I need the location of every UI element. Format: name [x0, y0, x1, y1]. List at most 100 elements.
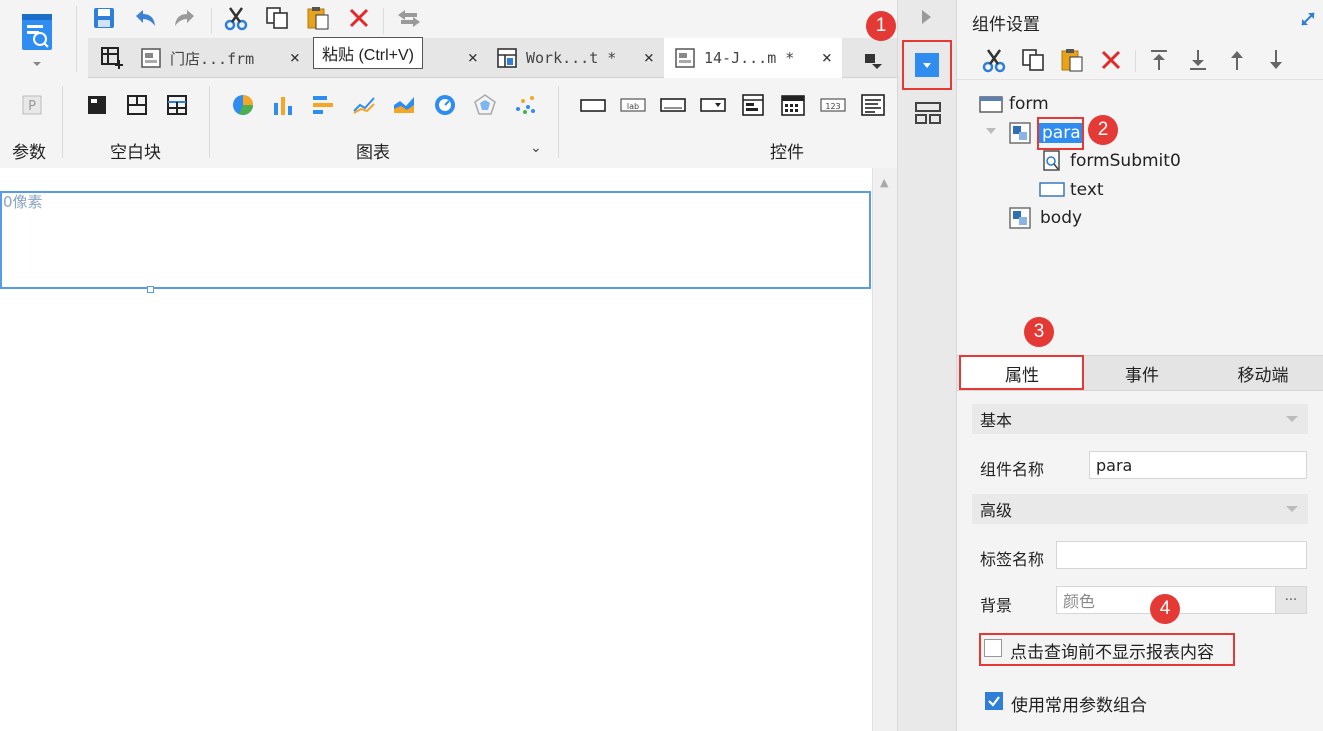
collapse-right-icon[interactable]: [922, 10, 931, 24]
component-name-field[interactable]: para: [1089, 451, 1307, 479]
chart-expand-chevron-icon[interactable]: ⌄: [530, 140, 542, 156]
chart-pie-button[interactable]: [230, 92, 256, 118]
section-basic[interactable]: 基本: [972, 404, 1308, 434]
component-name-label: 组件名称: [980, 460, 1045, 479]
tree-node-label: form: [1009, 94, 1049, 114]
tree-expand-icon[interactable]: [986, 128, 996, 134]
scroll-up-icon[interactable]: ▲: [880, 176, 888, 189]
delete-icon: [349, 8, 369, 28]
group-label-param: 参数: [12, 143, 46, 163]
control-dropdown-button[interactable]: [700, 92, 726, 118]
tab-store-frm[interactable]: 门店...frm ×: [130, 38, 310, 78]
tree-cut-button[interactable]: [980, 46, 1008, 74]
expand-panel-button[interactable]: [1299, 10, 1317, 32]
tree-copy-button[interactable]: [1019, 46, 1047, 74]
tree-node-formsubmit[interactable]: formSubmit0: [1041, 148, 1181, 174]
tree-delete-button[interactable]: [1097, 46, 1125, 74]
undo-button[interactable]: [131, 4, 159, 32]
param-widget-button[interactable]: P: [19, 92, 45, 118]
form-file-icon: [675, 48, 695, 68]
highlight-settings-button: [902, 40, 952, 90]
move-up-button[interactable]: [1223, 46, 1251, 74]
tree-node-text[interactable]: text: [1039, 177, 1104, 203]
layout-settings-button[interactable]: [915, 101, 941, 129]
control-textbox-button[interactable]: [580, 92, 606, 118]
blank-block-absolute-button[interactable]: [84, 92, 110, 118]
section-advanced[interactable]: 高级: [972, 494, 1308, 524]
cut-button[interactable]: [222, 4, 250, 32]
scatter-chart-icon: [516, 96, 535, 114]
control-textarea-button[interactable]: [860, 92, 886, 118]
new-tab-button[interactable]: [98, 44, 126, 72]
move-top-icon: [1151, 50, 1167, 70]
move-bottom-button[interactable]: [1184, 46, 1212, 74]
delete-button[interactable]: [345, 4, 373, 32]
top-toolbar: 门店...frm × × Work...t * × 14-J...m * × 粘…: [0, 0, 897, 168]
chart-area-button[interactable]: [391, 92, 417, 118]
tree-node-body[interactable]: body: [1009, 205, 1082, 231]
tab-active-form[interactable]: 14-J...m * ×: [664, 38, 842, 78]
close-icon[interactable]: ×: [644, 48, 654, 68]
paste-button[interactable]: [304, 4, 332, 32]
switch-button[interactable]: [395, 4, 423, 32]
chart-hbar-button[interactable]: [310, 92, 336, 118]
step-badge-2: 2: [1088, 115, 1118, 145]
control-date-button[interactable]: [780, 92, 806, 118]
tab-list-button[interactable]: [858, 46, 886, 74]
template-menu-button[interactable]: [18, 10, 56, 72]
expand-arrow-icon: [1301, 12, 1315, 26]
use-common-params-checkbox[interactable]: [985, 692, 1003, 710]
svg-text:lab: lab: [627, 102, 639, 111]
tab-events[interactable]: 事件: [1085, 356, 1199, 390]
delete-icon: [1101, 50, 1121, 70]
section-title: 基本: [980, 411, 1013, 430]
form-file-icon: [141, 48, 161, 68]
tab-worksheet[interactable]: Work...t * ×: [486, 38, 664, 78]
background-more-button[interactable]: ···: [1275, 586, 1307, 614]
move-down-button[interactable]: [1262, 46, 1290, 74]
svg-text:123: 123: [825, 102, 840, 111]
body-node-icon: [1009, 207, 1031, 229]
tree-node-label: text: [1070, 180, 1104, 200]
move-top-button[interactable]: [1145, 46, 1173, 74]
tab-mobile[interactable]: 移动端: [1203, 356, 1323, 390]
tree-node-form[interactable]: form: [979, 91, 1049, 117]
grid-block-icon: [167, 95, 187, 115]
close-icon[interactable]: ×: [468, 48, 478, 68]
svg-text:P: P: [28, 99, 36, 114]
gauge-icon: [435, 95, 455, 115]
resize-handle[interactable]: [147, 286, 154, 293]
control-button-widget[interactable]: [660, 92, 686, 118]
chart-gauge-button[interactable]: [432, 92, 458, 118]
chart-bar-button[interactable]: [270, 92, 296, 118]
close-icon[interactable]: ×: [290, 48, 300, 68]
control-dropdown-tree-button[interactable]: [740, 92, 766, 118]
worksheet-file-icon: [497, 48, 517, 68]
copy-button[interactable]: [263, 4, 291, 32]
control-number-button[interactable]: 123: [820, 92, 846, 118]
chart-scatter-button[interactable]: [512, 92, 538, 118]
chart-line-button[interactable]: [351, 92, 377, 118]
highlight-para-node: [1037, 117, 1084, 150]
form-node-icon: [979, 96, 1003, 113]
chart-radar-button[interactable]: [472, 92, 498, 118]
design-canvas[interactable]: 0像素: [0, 168, 872, 731]
vertical-scrollbar[interactable]: ▲: [872, 168, 897, 731]
tab-label: 14-J...m *: [704, 49, 795, 67]
dropdown-tree-icon: [742, 94, 764, 116]
tab-label: Work...t *: [526, 49, 617, 67]
tree-paste-button[interactable]: [1058, 46, 1086, 74]
blank-block-grid-button[interactable]: [164, 92, 190, 118]
tag-name-field[interactable]: [1056, 541, 1307, 569]
pixel-height-label: 0像素: [3, 193, 43, 211]
save-button[interactable]: [90, 4, 118, 32]
redo-button[interactable]: [171, 4, 199, 32]
radar-chart-icon: [474, 94, 496, 115]
para-component-frame[interactable]: [0, 191, 871, 289]
tab-label: 门店...frm: [170, 49, 255, 68]
blank-block-tab-button[interactable]: [124, 92, 150, 118]
close-icon[interactable]: ×: [822, 48, 832, 68]
control-label-button[interactable]: lab: [620, 92, 646, 118]
paste-tooltip: 粘贴 (Ctrl+V): [313, 37, 424, 69]
undo-icon: [136, 10, 155, 26]
